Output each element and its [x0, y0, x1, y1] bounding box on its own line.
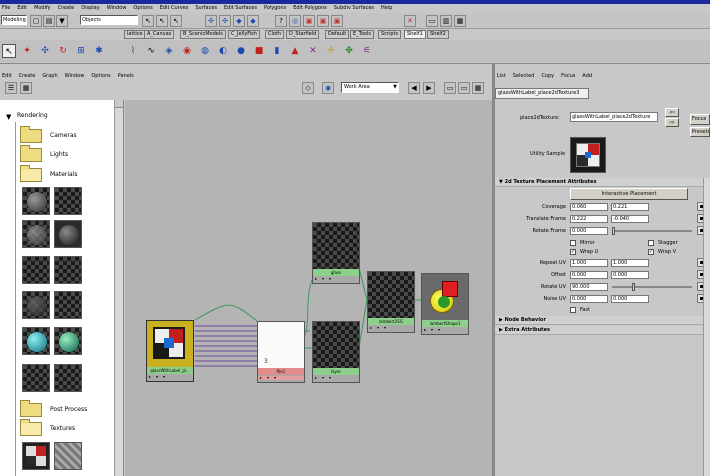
- node-ports: ▸▾▾: [258, 376, 304, 380]
- node-layer[interactable]: layer ▸▾▾: [312, 321, 360, 383]
- ae-scrollbar[interactable]: [703, 178, 710, 476]
- attr-label: Rotate Frame: [532, 228, 566, 234]
- coverage-v-field[interactable]: 0.221: [611, 203, 649, 211]
- ae-menu-copy[interactable]: Copy: [541, 72, 554, 81]
- ae-sample-label: Utility Sample: [530, 151, 566, 157]
- node-label: file1: [258, 368, 304, 375]
- wrap-u-label: Wrap U: [580, 249, 599, 255]
- rotate-frame-field[interactable]: 0.000: [570, 227, 608, 235]
- focus-button[interactable]: Focus: [690, 114, 710, 125]
- translate-frame-v-field[interactable]: -0.040: [611, 215, 649, 223]
- go-to-input-icon[interactable]: ⇦: [665, 108, 679, 117]
- section-2d-texture-placement[interactable]: ▼ 2d Texture Placement Attributes: [495, 178, 707, 187]
- stagger-label: Stagger: [658, 240, 678, 246]
- rotate-uv-slider[interactable]: [612, 283, 692, 291]
- attr-label: Coverage: [542, 204, 566, 210]
- fast-checkbox[interactable]: [570, 307, 576, 313]
- node-thumbnail: 3: [258, 322, 304, 368]
- node-lambertshape[interactable]: lambertShape1 ▸▾▾: [421, 273, 469, 335]
- ae-menu-list[interactable]: List: [497, 72, 506, 81]
- wrap-u-checkbox[interactable]: ✓: [570, 249, 576, 255]
- attr-label: Translate Frame: [526, 216, 566, 222]
- noise-u-field[interactable]: 0.000: [570, 295, 608, 303]
- attr-row-coverage: Coverage 0.060 0.221 ▪: [500, 202, 706, 212]
- node-label: glass: [313, 269, 359, 276]
- ae-node-name-field[interactable]: glassWithLabel_place2dTexture: [570, 112, 658, 122]
- node-ports: ▸▾▾: [315, 375, 337, 380]
- attr-row-rotate-frame: Rotate Frame 0.000 ▪: [500, 226, 706, 236]
- attr-label: Offset: [550, 272, 566, 278]
- node-thumbnail: [313, 322, 359, 368]
- node-label: lambertShape1: [422, 320, 468, 327]
- attr-row-offset: Offset 0.000 0.000 ▪: [500, 270, 706, 280]
- ae-menu-add[interactable]: Add: [582, 72, 592, 81]
- ae-node-tab[interactable]: glassWithLabel_place2dTexture3: [495, 88, 589, 99]
- node-label: glassWithLabel_pl...: [147, 367, 193, 374]
- go-to-output-icon[interactable]: ⇨: [665, 118, 679, 127]
- node-thumbnail: [147, 321, 193, 367]
- node-ports: ▸▾▾: [424, 327, 446, 332]
- attr-row-repeat-uv: Repeat UV 1.000 1.000 ▪: [500, 258, 706, 268]
- node-thumbnail-digit: 3: [264, 358, 268, 365]
- node-lambert2sg[interactable]: lambert2SG ▸▾▾: [367, 271, 415, 333]
- section-title: 2d Texture Placement Attributes: [504, 179, 597, 185]
- mirror-checkbox[interactable]: [570, 240, 576, 246]
- node-ports: ▸▾▾: [315, 276, 337, 281]
- wrap-v-checkbox[interactable]: ✓: [648, 249, 654, 255]
- rotate-frame-slider[interactable]: [612, 227, 692, 235]
- repeat-u-field[interactable]: 1.000: [570, 259, 608, 267]
- mirror-label: Mirror: [580, 240, 595, 246]
- attr-row-translate-frame: Translate Frame 0.222 -0.040 ▪: [500, 214, 706, 224]
- node-glass[interactable]: glass ▸▾▾: [312, 222, 360, 284]
- node-thumbnail: [313, 223, 359, 269]
- node-glasswithlabel-place2d[interactable]: glassWithLabel_pl... ▸▾▾: [146, 320, 194, 382]
- node-ports: ▸▾▾: [149, 374, 171, 379]
- repeat-v-field[interactable]: 1.000: [611, 259, 649, 267]
- node-file1[interactable]: 3 file1 ▸▾▾: [257, 321, 305, 383]
- node-thumbnail: [422, 274, 468, 320]
- ae-menu-focus[interactable]: Focus: [561, 72, 575, 81]
- utility-sample-swatch: [570, 137, 606, 173]
- section-title: Extra Attributes: [504, 327, 550, 333]
- attr-row-rotate-uv: Rotate UV 90.000 ▪: [500, 282, 706, 292]
- section-extra-attributes[interactable]: ▶ Extra Attributes: [495, 326, 707, 335]
- noise-v-field[interactable]: 0.000: [611, 295, 649, 303]
- offset-v-field[interactable]: 0.000: [611, 271, 649, 279]
- rotate-uv-field[interactable]: 90.000: [570, 283, 608, 291]
- wrap-v-label: Wrap V: [658, 249, 677, 255]
- translate-frame-u-field[interactable]: 0.222: [570, 215, 608, 223]
- stagger-checkbox[interactable]: [648, 240, 654, 246]
- node-label: lambert2SG: [368, 318, 414, 325]
- presets-button[interactable]: Presets: [690, 127, 710, 137]
- interactive-placement-button[interactable]: Interactive Placement: [570, 188, 688, 200]
- section-node-behavior[interactable]: ▶ Node Behavior: [495, 316, 707, 325]
- offset-u-field[interactable]: 0.000: [570, 271, 608, 279]
- attr-label: Repeat UV: [539, 260, 566, 266]
- attr-label: Noise UV: [543, 296, 566, 302]
- attr-label: Rotate UV: [540, 284, 566, 290]
- ae-node-type-label: place2dTexture:: [520, 115, 560, 121]
- attribute-editor-menu: List Selected Copy Focus Add: [495, 72, 710, 81]
- node-thumbnail: [368, 272, 414, 318]
- coverage-u-field[interactable]: 0.060: [570, 203, 608, 211]
- ae-menu-selected[interactable]: Selected: [513, 72, 535, 81]
- section-title: Node Behavior: [504, 317, 546, 323]
- node-ports: ▸▾▾: [370, 325, 392, 330]
- fast-label: Fast: [580, 307, 591, 313]
- node-label: layer: [313, 368, 359, 375]
- attr-row-noise-uv: Noise UV 0.000 0.000 ▪: [500, 294, 706, 304]
